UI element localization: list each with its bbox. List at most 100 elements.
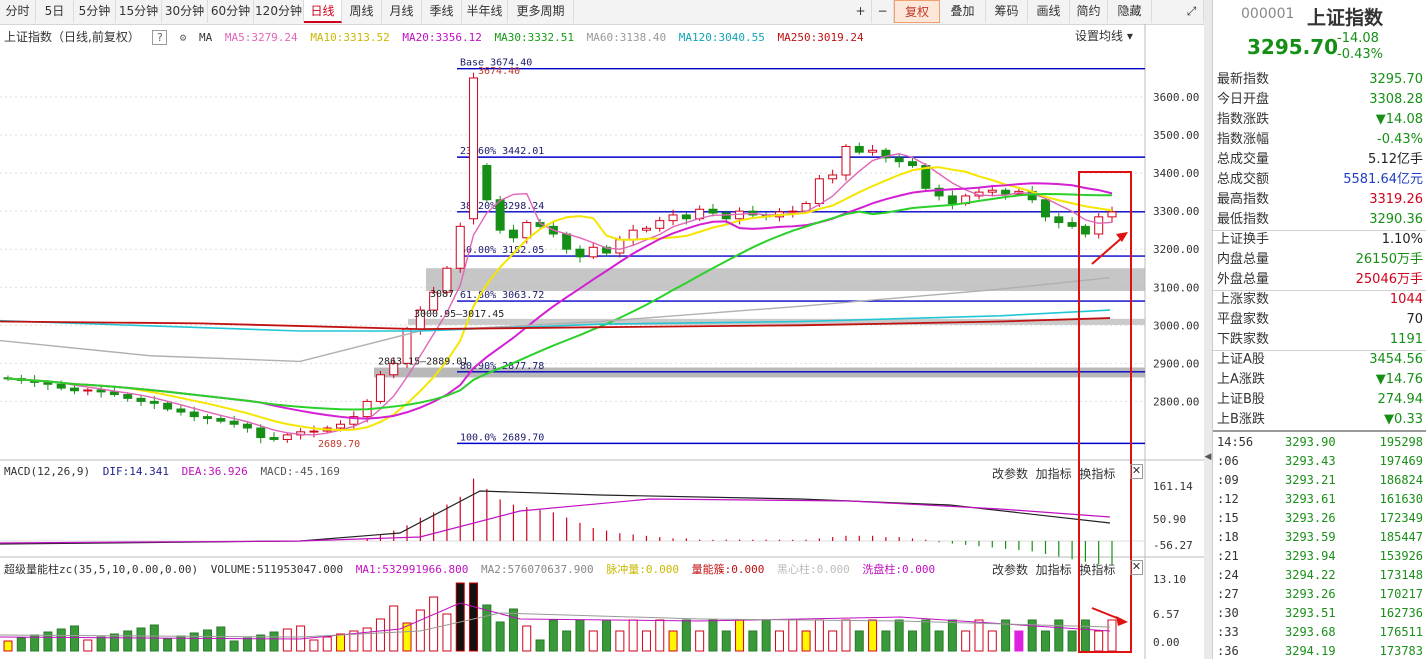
volume-bar xyxy=(921,619,931,652)
tick-volume: 162736 xyxy=(1379,606,1423,620)
collapse-arrow-icon[interactable]: ◀ xyxy=(1204,452,1212,462)
volume-close-icon[interactable]: ✕ xyxy=(1130,560,1143,575)
volume-bar xyxy=(1014,630,1024,652)
period-tab[interactable]: 月线 xyxy=(382,0,422,23)
period-tab[interactable]: 季线 xyxy=(422,0,462,23)
volume-bar xyxy=(389,605,399,652)
tick-time: :21 xyxy=(1217,549,1239,563)
help-icon[interactable]: ? xyxy=(152,30,168,45)
tick-row: :30 3293.51 162736 xyxy=(1213,603,1426,623)
toolbar-button[interactable]: 隐藏 xyxy=(1108,0,1152,23)
volume-bar xyxy=(375,618,385,652)
toolbar-button[interactable]: 复权 xyxy=(894,0,940,23)
volume-bar xyxy=(841,619,851,652)
macd-value: MACD:-45.169 xyxy=(260,465,340,478)
candle-body xyxy=(482,164,492,201)
toolbar-button[interactable]: 简约 xyxy=(1070,0,1108,23)
period-tab[interactable]: 30分钟 xyxy=(162,0,208,23)
dif-line xyxy=(0,490,1111,545)
quote-value: 3290.36 xyxy=(1369,212,1423,227)
stock-code: 000001 xyxy=(1241,6,1295,22)
quote-row: 平盘家数 70 xyxy=(1213,310,1426,330)
quote-label: 最低指数 xyxy=(1217,212,1270,227)
quote-label: 下跌家数 xyxy=(1217,332,1270,347)
period-tab[interactable]: 半年线 xyxy=(462,0,508,23)
volume-value: VOLUME:511953047.000 xyxy=(210,563,344,576)
period-tab[interactable]: 5日 xyxy=(36,0,74,23)
volume-bar xyxy=(216,626,226,652)
tick-time: :12 xyxy=(1217,492,1239,506)
volume-bar xyxy=(721,630,731,652)
quote-value: ▼0.33 xyxy=(1384,412,1423,427)
candle-body xyxy=(136,397,146,402)
volume-bar xyxy=(1107,619,1117,652)
tick-time: :15 xyxy=(1217,511,1239,525)
ma30-value: MA30:3332.51 xyxy=(494,31,575,44)
price-axis-label: 2900.00 xyxy=(1153,357,1199,370)
volume-bar xyxy=(123,630,133,652)
candle-body xyxy=(469,77,479,220)
fib-label: 61.80% 3063.72 xyxy=(460,290,544,301)
quote-value: -0.43% xyxy=(1377,132,1423,147)
tick-time: :36 xyxy=(1217,644,1239,658)
volume-ma1: MA1:532991966.800 xyxy=(355,563,469,576)
volume-bar xyxy=(282,628,292,652)
volume-switch-indicator-button[interactable]: 换指标 xyxy=(1079,563,1115,577)
candle-body xyxy=(455,225,465,269)
volume-bar xyxy=(3,640,13,652)
tick-row: :27 3293.26 170217 xyxy=(1213,584,1426,604)
candle-body xyxy=(269,437,279,440)
tick-price: 3293.43 xyxy=(1285,454,1336,468)
period-tab[interactable]: 5分钟 xyxy=(74,0,116,23)
quote-label: 指数涨跌 xyxy=(1217,112,1270,127)
toolbar-button[interactable]: 画线 xyxy=(1028,0,1070,23)
period-tab[interactable]: 60分钟 xyxy=(208,0,254,23)
volume-bar xyxy=(774,630,784,652)
panel-splitter[interactable] xyxy=(1204,0,1212,659)
macd-axis-label: 50.90 xyxy=(1153,513,1186,526)
ma-settings-button[interactable]: 设置均线 ▾ xyxy=(1075,27,1133,44)
volume-bar xyxy=(548,619,558,652)
toolbar-button[interactable]: 叠加 xyxy=(940,0,986,23)
candle-body xyxy=(947,195,957,205)
toolbar-button[interactable]: 筹码 xyxy=(986,0,1028,23)
quote-value: 26150万手 xyxy=(1355,252,1423,267)
macd-switch-indicator-button[interactable]: 换指标 xyxy=(1079,467,1115,481)
macd-close-icon[interactable]: ✕ xyxy=(1130,464,1143,479)
volume-add-indicator-button[interactable]: 加指标 xyxy=(1036,563,1072,577)
gap-annotation: 2863.15–2889.01 xyxy=(378,356,468,367)
tick-time: :27 xyxy=(1217,587,1239,601)
volume-bar xyxy=(522,625,532,652)
volume-edit-params-button[interactable]: 改参数 xyxy=(992,563,1028,577)
toolbar-button[interactable]: + xyxy=(850,0,872,23)
volume-bar xyxy=(868,619,878,652)
toolbar-button[interactable]: − xyxy=(872,0,894,23)
period-tab[interactable]: 分时 xyxy=(0,0,36,23)
period-tab[interactable]: 周线 xyxy=(342,0,382,23)
period-tab[interactable]: 15分钟 xyxy=(116,0,162,23)
volume-bar xyxy=(1094,630,1104,652)
tick-time: :33 xyxy=(1217,625,1239,639)
volume-axis-label: 0.00 xyxy=(1153,636,1180,649)
ma20-value: MA20:3356.12 xyxy=(402,31,482,44)
quote-row: 外盘总量 25046万手 xyxy=(1213,270,1426,290)
period-tab[interactable]: 日线 xyxy=(304,0,342,23)
volume-legend: 超级量能柱zc(35,5,10,0.00,0.00) VOLUME:511953… xyxy=(4,561,941,577)
tick-price: 3293.94 xyxy=(1285,549,1336,563)
macd-axis-label: 161.14 xyxy=(1153,480,1193,493)
quote-value: 25046万手 xyxy=(1355,272,1423,287)
volume-bar xyxy=(256,634,266,652)
fullscreen-icon[interactable]: ⤢ xyxy=(1180,0,1204,23)
macd-add-indicator-button[interactable]: 加指标 xyxy=(1036,467,1072,481)
quote-value: 5581.64亿元 xyxy=(1343,172,1423,187)
volume-bar xyxy=(947,619,957,652)
macd-edit-params-button[interactable]: 改参数 xyxy=(992,467,1028,481)
gear-icon[interactable]: ⚙ xyxy=(180,31,187,44)
volume-bar xyxy=(735,619,745,652)
period-tab[interactable]: 更多周期 xyxy=(508,0,574,23)
quote-label: 上证B股 xyxy=(1217,392,1265,407)
period-tab[interactable]: 120分钟 xyxy=(254,0,304,23)
tick-time: :06 xyxy=(1217,454,1239,468)
volume-bar xyxy=(16,637,26,652)
quote-label: 总成交量 xyxy=(1217,152,1270,167)
